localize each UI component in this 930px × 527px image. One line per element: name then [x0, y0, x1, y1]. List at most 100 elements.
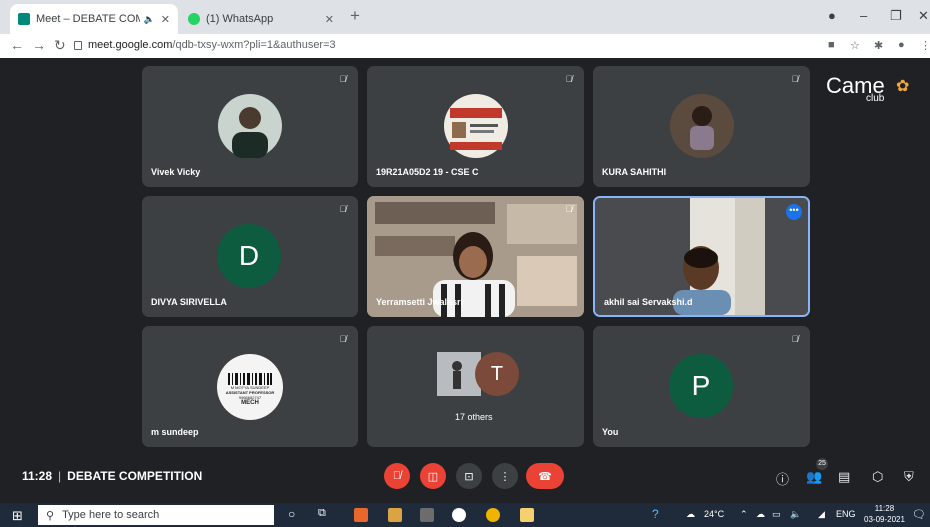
participant-tile[interactable]: 🎙̸ KURA SAHITHI	[593, 66, 810, 187]
minimize-button[interactable]: –	[860, 8, 867, 23]
participant-tile[interactable]: 🎙̸ Vivek Vicky	[142, 66, 358, 187]
people-count-badge: 25	[816, 458, 828, 470]
file-explorer-icon[interactable]	[388, 508, 402, 522]
participant-name: Yerramsetti Jwalasri	[376, 297, 464, 307]
avatar: D	[217, 224, 281, 288]
new-tab-button[interactable]: +	[350, 6, 360, 26]
id-card-line: MECH	[241, 399, 259, 406]
tab-meet[interactable]: Meet – DEBATE COMPETITIO 🔈 ✕	[10, 4, 178, 34]
participant-tile[interactable]: 🎙̸ 19R21A05D2 19 - CSE C	[367, 66, 584, 187]
wifi-icon[interactable]: ◢	[818, 509, 825, 520]
clock-time: 11:28	[874, 504, 895, 513]
tab-whatsapp[interactable]: (1) WhatsApp ✕	[180, 4, 342, 34]
people-icon[interactable]: 👥	[806, 469, 822, 485]
app-icon[interactable]	[452, 508, 466, 522]
id-card-photo-icon	[450, 108, 502, 150]
forward-icon[interactable]: →	[32, 37, 46, 53]
child-photo-icon	[690, 106, 714, 150]
participant-name: You	[602, 427, 619, 437]
mic-off-icon: 🎙̸	[791, 74, 799, 84]
participant-tile[interactable]: 🎙̸ M MOTYA SUNDEEP ASSISTANT PROFESSOR 9…	[142, 326, 358, 447]
mic-off-icon: 🎙̸	[791, 334, 799, 344]
camera-toggle-button[interactable]: ◫	[420, 463, 446, 489]
more-options-icon[interactable]: •••	[786, 204, 802, 220]
speaker-icon: 🔈	[143, 13, 155, 24]
windows-taskbar: ⊞ ⚲ Type here to search ○ ⧉ ? ☁ 24°C ⌃ ☁…	[0, 503, 930, 527]
participant-name: akhil sai Servakshi.d	[604, 297, 693, 307]
participant-name: DIVYA SIRIVELLA	[151, 297, 227, 307]
avatar: T	[475, 352, 519, 396]
cortana-icon[interactable]: ○	[288, 507, 295, 521]
clock[interactable]: 11:28 03-09-2021	[864, 503, 905, 525]
reload-icon[interactable]: ↻	[54, 37, 66, 54]
search-icon: ⚲	[46, 509, 55, 522]
meeting-info: 11:28 | DEBATE COMPETITION	[22, 469, 203, 483]
more-options-button[interactable]: ⋮	[492, 463, 518, 489]
extensions-icon[interactable]: ✱	[874, 39, 883, 52]
meeting-time: 11:28	[22, 469, 53, 483]
participant-video-tile-speaking[interactable]: ••• akhil sai Servakshi.d	[593, 196, 810, 317]
mic-off-icon: 🎙̸	[565, 204, 573, 214]
back-icon[interactable]: ←	[10, 37, 24, 53]
taskbar-search-input[interactable]: ⚲ Type here to search	[38, 505, 274, 525]
present-screen-button[interactable]: ⊡	[456, 463, 482, 489]
mic-off-icon: 🎙̸	[565, 74, 573, 84]
store-icon[interactable]	[420, 508, 434, 522]
battery-icon: ▭	[772, 509, 781, 519]
language-indicator[interactable]: ENG	[836, 509, 856, 519]
mic-off-icon: 🎙̸	[339, 334, 347, 344]
profile-icon[interactable]: ●	[828, 8, 836, 23]
account-avatar-icon[interactable]: ●	[898, 39, 905, 51]
volume-icon[interactable]: 🔈	[790, 509, 801, 520]
close-window-button[interactable]: ✕	[918, 8, 929, 24]
help-icon[interactable]: ?	[652, 507, 659, 521]
leave-call-button[interactable]: ☎	[526, 463, 564, 489]
restore-button[interactable]: ❐	[890, 8, 902, 24]
participant-name: Vivek Vicky	[151, 167, 201, 177]
person-photo-icon	[232, 107, 268, 158]
others-tile[interactable]: T 17 others	[367, 326, 584, 447]
mic-off-icon: 🎙̸	[339, 204, 347, 214]
participant-tile[interactable]: 🎙̸ D DIVYA SIRIVELLA	[142, 196, 358, 317]
browser-tab-bar: Meet – DEBATE COMPETITIO 🔈 ✕ (1) WhatsAp…	[0, 0, 930, 34]
chrome-icon[interactable]	[486, 508, 500, 522]
menu-icon[interactable]: ⋮	[920, 39, 930, 52]
notifications-icon[interactable]: 🗨	[912, 508, 926, 521]
participant-name: m sundeep	[151, 427, 199, 437]
clock-date: 03-09-2021	[864, 515, 905, 524]
lock-icon	[74, 41, 82, 50]
camera-icon[interactable]: ■	[828, 39, 835, 51]
barcode-icon	[228, 372, 272, 385]
temperature-text: 24°C	[704, 509, 725, 519]
url-field[interactable]: meet.google.com/qdb-txsy-wxm?pli=1&authu…	[88, 39, 336, 51]
star-icon[interactable]: ☆	[850, 39, 860, 52]
close-tab-icon[interactable]: ✕	[161, 13, 170, 26]
cloud-icon: ☁	[756, 509, 765, 519]
info-icon[interactable]: ⓘ	[776, 469, 789, 488]
tray-overflow-icon[interactable]: ⌃	[740, 509, 748, 520]
participant-video-tile[interactable]: 🎙̸ Yerramsetti Jwalasri	[367, 196, 584, 317]
tab-title: Meet – DEBATE COMPETITIO	[36, 13, 140, 25]
notes-app-icon[interactable]	[520, 508, 534, 522]
avatar: M MOTYA SUNDEEP ASSISTANT PROFESSOR 9966…	[217, 354, 283, 420]
avatar	[444, 94, 508, 158]
office-app-icon[interactable]	[354, 508, 368, 522]
tab-title: (1) WhatsApp	[206, 13, 274, 25]
chat-icon[interactable]: ▤	[838, 469, 850, 485]
windows-start-icon[interactable]: ⊞	[12, 508, 23, 524]
meeting-controls-bar: 11:28 | DEBATE COMPETITION 🎙̸ ◫ ⊡ ⋮ ☎ ⓘ 👥 …	[0, 452, 930, 498]
logo-mark-icon: ✿	[896, 78, 910, 95]
others-count: 17 others	[455, 412, 493, 422]
avatar	[218, 94, 282, 158]
self-tile[interactable]: 🎙̸ P You	[593, 326, 810, 447]
host-controls-icon[interactable]: ⛨	[904, 469, 914, 485]
mic-off-icon: 🎙̸	[339, 74, 347, 84]
mic-toggle-button[interactable]: 🎙̸	[384, 463, 410, 489]
activities-icon[interactable]: ⬡	[872, 469, 883, 485]
close-tab-icon[interactable]: ✕	[325, 13, 334, 26]
whatsapp-favicon-icon	[188, 13, 200, 25]
meeting-title: DEBATE COMPETITION	[67, 469, 203, 483]
address-bar: ← → ↻ meet.google.com/qdb-txsy-wxm?pli=1…	[0, 34, 930, 58]
task-view-icon[interactable]: ⧉	[318, 507, 326, 520]
avatar	[670, 94, 734, 158]
